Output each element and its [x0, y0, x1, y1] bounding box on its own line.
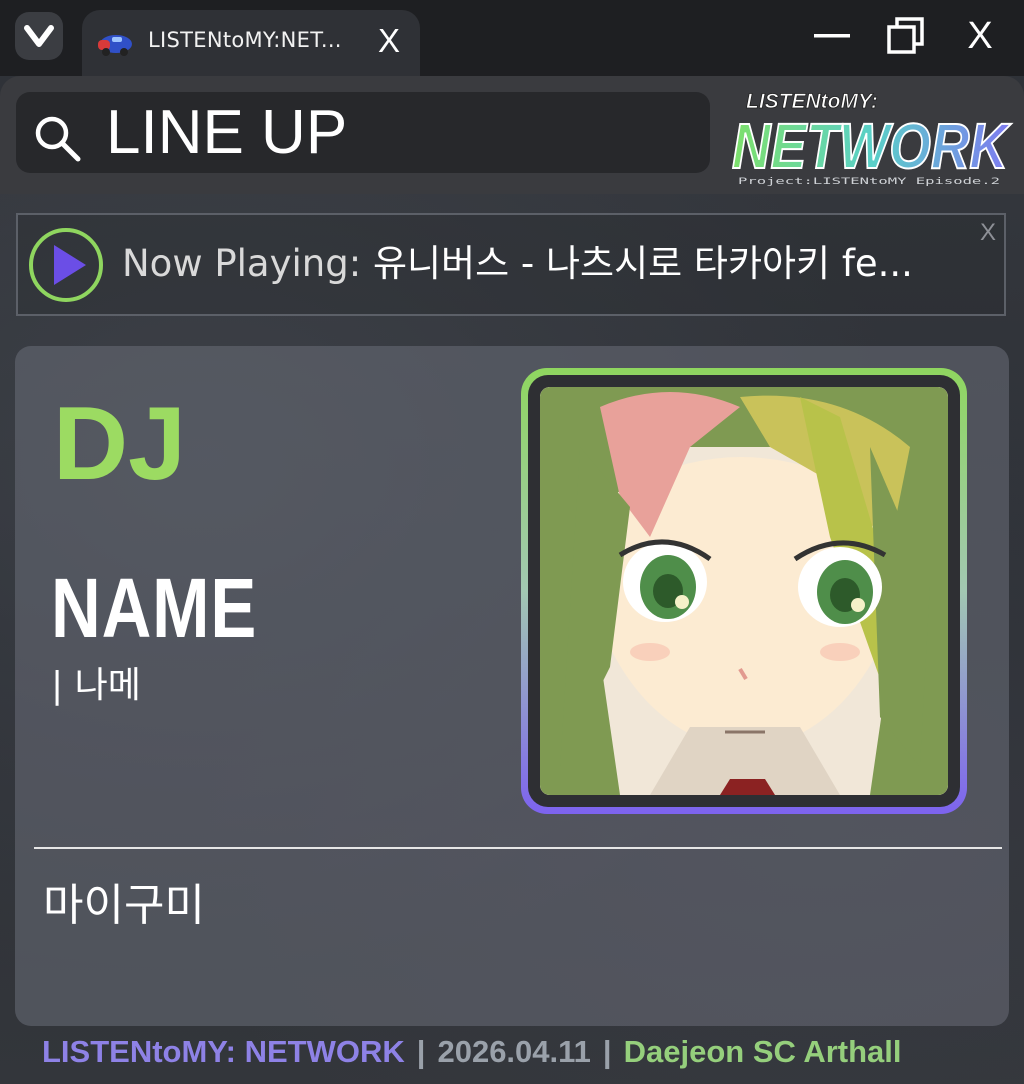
footer: LISTENtoMY: NETWORK | 2026.04.11 | Daejeon S…	[42, 1032, 902, 1072]
content-area: Now Playing: 유니버스 - 나츠시로 타카아키 fe... X DJ…	[0, 194, 1024, 1084]
footer-venue: Daejeon SC Arthall	[623, 1034, 902, 1069]
tab-title: LISTENtoMY:NET...	[148, 28, 342, 52]
search-icon	[35, 116, 81, 162]
now-playing-track: 유니버스 - 나츠시로 타카아키 fe...	[372, 242, 913, 285]
address-bar: LINE UP LISTENtoMY: NETWORK Project:LIST…	[0, 76, 1024, 194]
artist-description: 마이구미	[43, 880, 205, 931]
now-playing-close-button[interactable]: X	[980, 219, 996, 247]
footer-date: 2026.04.11	[437, 1034, 591, 1069]
artist-avatar-frame	[521, 368, 967, 814]
now-playing-text: Now Playing: 유니버스 - 나츠시로 타카아키 fe...	[122, 241, 992, 287]
restore-button[interactable]	[884, 14, 928, 58]
search-box[interactable]: LINE UP	[16, 92, 710, 173]
footer-separator: |	[602, 1034, 612, 1069]
anime-girl-portrait-icon	[540, 387, 948, 795]
browser-tab[interactable]: LISTENtoMY:NET... X	[82, 10, 420, 78]
tab-close-button[interactable]: X	[374, 24, 404, 58]
artist-role: DJ	[53, 386, 186, 502]
card-divider	[34, 847, 1002, 849]
artist-avatar	[540, 387, 948, 795]
artist-name-korean: | 나메	[51, 665, 141, 706]
footer-brand: LISTENtoMY: NETWORK	[42, 1034, 405, 1069]
play-icon[interactable]	[28, 227, 104, 303]
browser-menu-button[interactable]	[15, 12, 63, 60]
vivaldi-v-icon	[24, 25, 54, 47]
footer-separator: |	[416, 1034, 426, 1069]
now-playing-bar: Now Playing: 유니버스 - 나츠시로 타카아키 fe... X	[16, 213, 1006, 316]
window-close-button[interactable]: X	[958, 14, 1002, 58]
search-query: LINE UP	[106, 98, 348, 167]
car-favicon-icon	[98, 35, 132, 56]
svg-text:NETWORK: NETWORK	[732, 110, 1012, 182]
now-playing-label: Now Playing:	[122, 242, 362, 285]
minimize-button[interactable]	[810, 14, 854, 58]
restore-icon	[887, 17, 924, 54]
minimize-icon	[814, 34, 850, 38]
title-bar: LISTENtoMY:NET... X X	[0, 0, 1024, 78]
listentomy-network-logo: LISTENtoMY: NETWORK Project:LISTENtoMY E…	[731, 90, 1013, 187]
artist-name: NAME	[51, 561, 258, 655]
artist-card: DJ NAME | 나메 마이구미	[15, 346, 1009, 1026]
svg-text:Project:LISTENtoMY Episode.2: Project:LISTENtoMY Episode.2	[738, 177, 1000, 187]
